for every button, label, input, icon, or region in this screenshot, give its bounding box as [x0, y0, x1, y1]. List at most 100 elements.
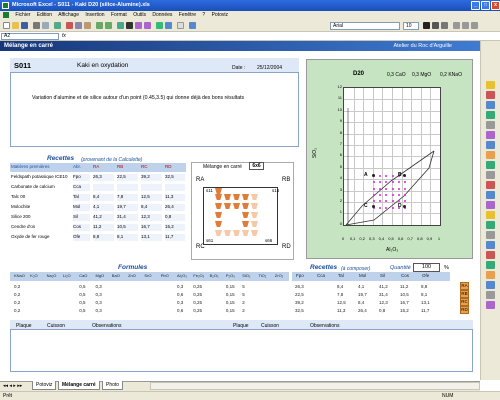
table-cell[interactable]: 8,4 [93, 194, 115, 199]
tool-icon[interactable] [486, 211, 495, 219]
tool-icon[interactable] [486, 251, 495, 259]
recettes2-cell[interactable]: 13,1 [421, 300, 430, 305]
recipe-name[interactable]: Kaki en oxydation [77, 62, 128, 69]
melange-size-input[interactable]: 6x6 [249, 162, 264, 170]
formule-cell[interactable]: 0,15 [226, 284, 235, 289]
tool-icon[interactable] [486, 151, 495, 159]
new-icon[interactable] [3, 22, 10, 29]
recettes2-cell[interactable]: 19,7 [358, 292, 367, 297]
formule-cell[interactable]: 0,3 [177, 300, 183, 305]
recettes2-cell[interactable]: 15,2 [400, 308, 409, 313]
spelling-icon[interactable] [54, 22, 61, 29]
formule-cell[interactable]: 0,25 [193, 308, 202, 313]
table-cell[interactable]: 15,2 [165, 224, 186, 229]
formule-cell[interactable]: 0,3 [96, 292, 102, 297]
formule-cell[interactable]: 5 [242, 284, 245, 289]
sort-asc-icon[interactable] [135, 22, 142, 29]
date-value[interactable]: 25/12/2004 [257, 65, 282, 71]
chart-wizard-icon[interactable] [156, 22, 163, 29]
table-cell[interactable]: 41,2 [93, 214, 115, 219]
align-left-icon[interactable] [453, 22, 460, 29]
recettes2-cell[interactable]: 7,8 [337, 292, 343, 297]
table-cell[interactable]: Carbonate de calcium [11, 184, 71, 189]
menu-fichier[interactable]: Fichier [15, 12, 30, 18]
table-cell[interactable]: 4,1 [93, 204, 115, 209]
table-cell[interactable]: Feldspath potassique ICE10 [11, 174, 71, 179]
tool-icon[interactable] [486, 121, 495, 129]
menu-format[interactable]: Format [111, 12, 127, 18]
table-cell[interactable]: 8,4 [141, 204, 163, 209]
formule-cell[interactable]: 2 [242, 300, 245, 305]
menu-donnees[interactable]: Données [152, 12, 172, 18]
underline-icon[interactable] [441, 22, 448, 29]
menu-insertion[interactable]: Insertion [85, 12, 104, 18]
formule-cell[interactable]: 0,5 [79, 300, 85, 305]
table-cell[interactable]: 8,8 [93, 234, 115, 239]
recettes2-cell[interactable]: 26,3 [295, 284, 304, 289]
cut-icon[interactable] [66, 22, 73, 29]
table-cell[interactable]: 31,4 [117, 214, 139, 219]
recipe-ra-button[interactable]: RA [460, 282, 469, 290]
tool-icon[interactable] [486, 171, 495, 179]
help-icon[interactable] [189, 22, 196, 29]
tool-icon[interactable] [486, 261, 495, 269]
autosum-icon[interactable] [126, 22, 133, 29]
formule-cell[interactable]: 0,15 [226, 308, 235, 313]
table-cell[interactable]: Cendre d'os [11, 224, 71, 229]
menu-affichage[interactable]: Affichage [58, 12, 79, 18]
menu-help[interactable]: ? [202, 12, 205, 18]
paste-icon[interactable] [84, 22, 91, 29]
copy-icon[interactable] [75, 22, 82, 29]
table-cell[interactable]: 22,5 [117, 174, 139, 179]
recettes2-cell[interactable]: 11,3 [337, 308, 345, 313]
font-size-select[interactable]: 10 [403, 22, 419, 30]
table-cell[interactable]: 39,2 [141, 174, 163, 179]
formule-cell[interactable]: 0,25 [193, 292, 202, 297]
table-cell[interactable]: Ofe [73, 234, 91, 239]
formule-cell[interactable]: 0,5 [79, 308, 85, 313]
recettes2-cell[interactable]: 32,5 [295, 308, 304, 313]
tab-scroll-icons[interactable]: ◂◂ ◂ ▸ ▸▸ [3, 383, 22, 389]
table-cell[interactable]: Molochite [11, 204, 71, 209]
table-cell[interactable]: 11,2 [93, 224, 115, 229]
tool-icon[interactable] [486, 111, 495, 119]
tool-icon[interactable] [486, 181, 495, 189]
table-cell[interactable]: Mol [73, 204, 91, 209]
horizontal-scrollbar[interactable] [150, 382, 480, 390]
formule-cell[interactable]: 0,6 [177, 308, 183, 313]
tool-icon[interactable] [486, 191, 495, 199]
hyperlink-icon[interactable] [117, 22, 124, 29]
tool-icon[interactable] [486, 81, 495, 89]
recettes2-cell[interactable]: 8,4 [337, 284, 343, 289]
recettes2-cell[interactable]: 8,4 [358, 300, 364, 305]
tab-melange-carre[interactable]: Mélange carré [58, 381, 100, 390]
table-cell[interactable]: 26,4 [165, 204, 186, 209]
table-cell[interactable]: 12,3 [141, 214, 163, 219]
table-cell[interactable]: 16,7 [141, 224, 163, 229]
formule-cell[interactable]: 0,15 [226, 300, 235, 305]
table-cell[interactable]: Cos [73, 224, 91, 229]
tool-icon[interactable] [486, 281, 495, 289]
table-cell[interactable]: 19,7 [117, 204, 139, 209]
recipe-rc-button[interactable]: RC [460, 298, 469, 306]
recipe-rd-button[interactable]: RD [460, 306, 469, 314]
recettes2-cell[interactable]: 10,5 [400, 292, 409, 297]
recettes2-cell[interactable]: 11,2 [400, 284, 408, 289]
recettes2-cell[interactable]: 31,4 [379, 292, 388, 297]
table-cell[interactable]: 10,5 [117, 224, 139, 229]
formule-cell[interactable]: 0,15 [226, 292, 235, 297]
bold-icon[interactable] [423, 22, 430, 29]
tool-icon[interactable] [486, 201, 495, 209]
align-right-icon[interactable] [471, 22, 478, 29]
redo-icon[interactable] [105, 22, 112, 29]
formule-cell[interactable]: 5 [242, 292, 245, 297]
tool-icon[interactable] [486, 271, 495, 279]
formule-cell[interactable]: 0,3 [96, 284, 102, 289]
recipe-code[interactable]: S011 [14, 61, 31, 70]
minimize-button[interactable]: _ [471, 1, 480, 10]
font-name-select[interactable]: Arial [330, 22, 400, 30]
zoom-icon[interactable] [177, 22, 184, 29]
formule-cell[interactable]: 0,2 [14, 308, 20, 313]
tool-icon[interactable] [486, 231, 495, 239]
table-cell[interactable]: 7,8 [117, 194, 139, 199]
